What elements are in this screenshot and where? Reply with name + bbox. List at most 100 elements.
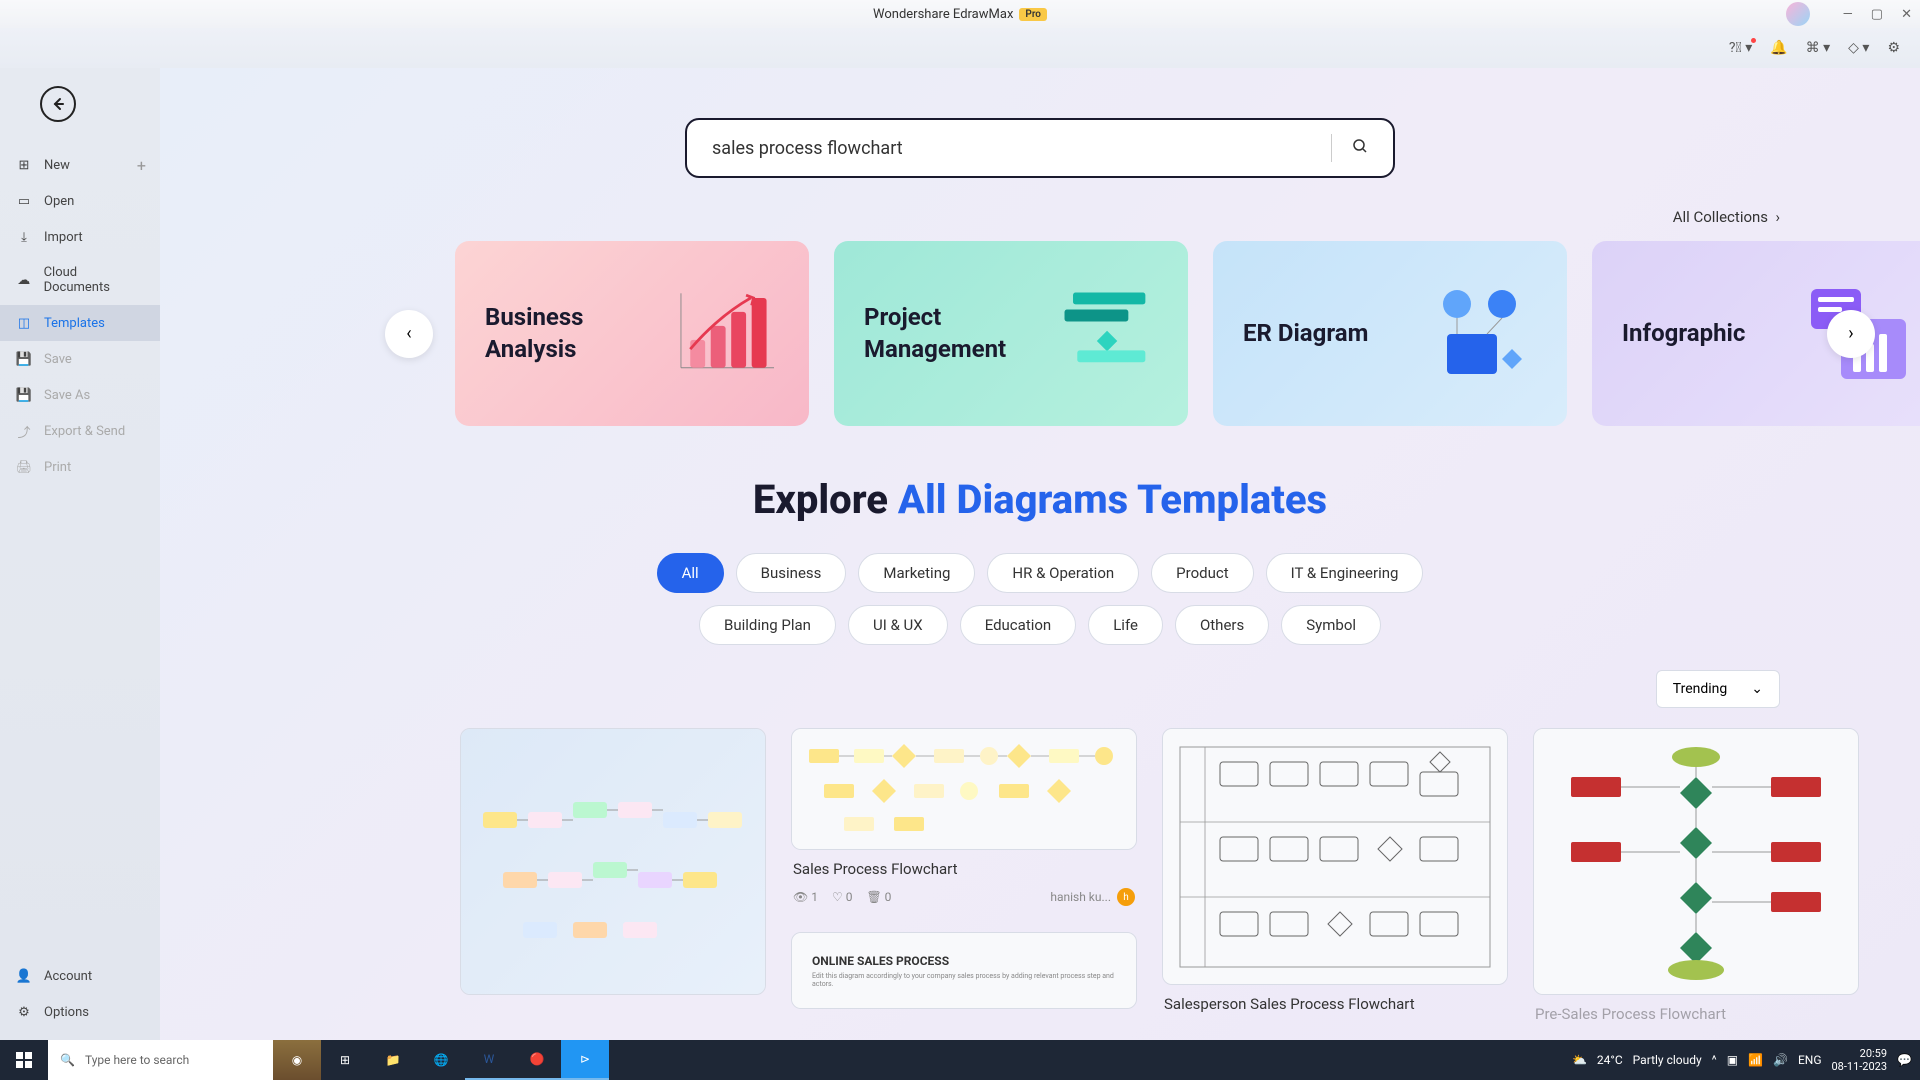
category-card-business-analysis[interactable]: Business Analysis xyxy=(455,241,809,426)
sidebar-item-import[interactable]: ⤓ Import xyxy=(0,219,160,255)
tag-others[interactable]: Others xyxy=(1175,605,1269,645)
notification-icon[interactable]: 🔔 xyxy=(1770,40,1787,56)
print-icon: 🖨 xyxy=(16,459,32,475)
sidebar-item-label: Export & Send xyxy=(44,424,125,439)
template-card[interactable]: Sales Process Flowchart 👁 1 ♡ 0 🗑 0 hani… xyxy=(791,728,1137,912)
all-collections-link[interactable]: All Collections › xyxy=(160,208,1920,226)
weather-icon[interactable]: ⛅ xyxy=(1572,1053,1587,1067)
sidebar-item-label: Import xyxy=(44,230,83,245)
plus-box-icon: ⊞ xyxy=(16,157,32,173)
search-input[interactable] xyxy=(712,138,1311,159)
likes-icon: ♡ 0 xyxy=(832,890,852,904)
sidebar-item-label: Open xyxy=(44,194,74,209)
taskbar-chrome-icon[interactable]: 🔴 xyxy=(513,1040,561,1080)
sidebar-item-new[interactable]: ⊞ New + xyxy=(0,147,160,183)
apps-icon[interactable]: ⌘ ▾ xyxy=(1806,40,1831,56)
tag-product[interactable]: Product xyxy=(1151,553,1253,593)
gear-icon: ⚙ xyxy=(16,1004,32,1020)
export-icon: ⤴ xyxy=(16,423,32,439)
carousel-prev-button[interactable]: ‹ xyxy=(385,310,433,358)
template-card[interactable]: ONLINE SALES PROCESS Edit this diagram a… xyxy=(791,932,1137,1009)
tag-uiux[interactable]: UI & UX xyxy=(848,605,948,645)
temperature: 24°C xyxy=(1597,1053,1623,1067)
header-toolbar: ?⃝ ▾ 🔔 ⌘ ▾ ◇ ▾ ⚙ xyxy=(0,28,1920,68)
carousel-next-button[interactable]: › xyxy=(1827,310,1875,358)
sidebar-item-templates[interactable]: ◫ Templates xyxy=(0,305,160,341)
tag-symbol[interactable]: Symbol xyxy=(1281,605,1381,645)
explore-heading: Explore All Diagrams Templates xyxy=(160,476,1920,523)
tray-notification-icon[interactable]: 💬 xyxy=(1897,1053,1912,1067)
tag-marketing[interactable]: Marketing xyxy=(858,553,975,593)
template-thumb-icon: ONLINE SALES PROCESS Edit this diagram a… xyxy=(792,933,1136,1008)
tray-wifi-icon[interactable]: 📶 xyxy=(1748,1053,1763,1067)
taskbar-word-icon[interactable]: W xyxy=(465,1040,513,1080)
er-diagram-icon xyxy=(1417,284,1537,384)
tag-business[interactable]: Business xyxy=(736,553,847,593)
category-title: Business Analysis xyxy=(485,302,667,364)
pro-badge: Pro xyxy=(1019,8,1047,21)
tray-chevron-icon[interactable]: ^ xyxy=(1712,1053,1717,1067)
taskbar-app-inkblot[interactable]: ◉ xyxy=(273,1040,321,1080)
template-thumb-icon xyxy=(792,729,1136,849)
author-name: hanish ku... xyxy=(1050,890,1111,904)
template-thumb-icon xyxy=(461,729,765,994)
views-icon: 👁 1 xyxy=(793,890,818,904)
tag-life[interactable]: Life xyxy=(1088,605,1163,645)
sidebar-item-export[interactable]: ⤴ Export & Send xyxy=(0,413,160,449)
tag-it[interactable]: IT & Engineering xyxy=(1266,553,1424,593)
divider xyxy=(1331,134,1332,162)
sidebar-item-account[interactable]: 👤 Account xyxy=(0,958,160,994)
search-icon[interactable] xyxy=(1352,138,1368,158)
template-card[interactable]: Pre-Sales Process Flowchart xyxy=(1533,728,1859,1027)
folder-icon: ▭ xyxy=(16,193,32,209)
category-title: ER Diagram xyxy=(1243,318,1368,349)
sidebar-item-options[interactable]: ⚙ Options xyxy=(0,994,160,1030)
settings-icon[interactable]: ⚙ xyxy=(1887,40,1900,56)
tag-building[interactable]: Building Plan xyxy=(699,605,836,645)
add-icon[interactable]: + xyxy=(137,156,146,175)
sort-dropdown[interactable]: Trending ⌄ xyxy=(1656,670,1780,708)
taskbar-search[interactable]: 🔍 Type here to search xyxy=(48,1040,273,1080)
taskbar-clock[interactable]: 20:59 08-11-2023 xyxy=(1832,1047,1888,1073)
category-carousel: ‹ Business Analysis Project Management E… xyxy=(160,241,1920,426)
start-button[interactable] xyxy=(0,1040,48,1080)
sidebar-item-open[interactable]: ▭ Open xyxy=(0,183,160,219)
tag-education[interactable]: Education xyxy=(960,605,1077,645)
template-card[interactable]: Salesperson Sales Process Flowchart xyxy=(1162,728,1508,1017)
maximize-icon[interactable]: ▢ xyxy=(1871,7,1883,22)
sidebar-item-save[interactable]: 💾 Save xyxy=(0,341,160,377)
tray-display-icon[interactable]: ▣ xyxy=(1727,1053,1738,1067)
user-avatar[interactable] xyxy=(1786,2,1810,26)
taskbar-edrawmax-icon[interactable]: ⊳ xyxy=(561,1040,609,1080)
category-title: Project Management xyxy=(864,302,1056,364)
taskbar-taskview-icon[interactable]: ⊞ xyxy=(321,1040,369,1080)
chevron-down-icon: ⌄ xyxy=(1751,681,1763,697)
help-icon[interactable]: ?⃝ ▾ xyxy=(1729,40,1752,56)
sidebar-item-saveas[interactable]: 💾 Save As xyxy=(0,377,160,413)
search-icon: 🔍 xyxy=(60,1053,75,1067)
gantt-icon xyxy=(1056,284,1158,384)
template-thumb-icon xyxy=(1534,729,1858,994)
category-card-er-diagram[interactable]: ER Diagram xyxy=(1213,241,1567,426)
tray-volume-icon[interactable]: 🔊 xyxy=(1773,1053,1788,1067)
copies-icon: 🗑 0 xyxy=(866,890,891,904)
tag-hr[interactable]: HR & Operation xyxy=(987,553,1139,593)
category-card-project-mgmt[interactable]: Project Management xyxy=(834,241,1188,426)
back-button[interactable] xyxy=(40,86,76,122)
minimize-icon[interactable]: ― xyxy=(1843,7,1853,22)
template-card[interactable] xyxy=(460,728,766,995)
shape-icon[interactable]: ◇ ▾ xyxy=(1848,40,1869,56)
sidebar-item-print[interactable]: 🖨 Print xyxy=(0,449,160,485)
templates-grid: Sales Process Flowchart 👁 1 ♡ 0 🗑 0 hani… xyxy=(160,728,1920,1027)
sidebar-item-label: Print xyxy=(44,460,71,475)
tray-lang[interactable]: ENG xyxy=(1798,1053,1822,1067)
taskbar-edge-icon[interactable]: 🌐 xyxy=(417,1040,465,1080)
sidebar-item-label: Templates xyxy=(44,316,105,331)
save-icon: 💾 xyxy=(16,351,32,367)
close-icon[interactable]: ✕ xyxy=(1901,7,1912,22)
sidebar-item-cloud[interactable]: ☁ Cloud Documents xyxy=(0,255,160,305)
template-icon: ◫ xyxy=(16,315,32,331)
tag-all[interactable]: All xyxy=(657,553,724,593)
main-content: All Collections › ‹ Business Analysis Pr… xyxy=(160,68,1920,1040)
taskbar-explorer-icon[interactable]: 📁 xyxy=(369,1040,417,1080)
